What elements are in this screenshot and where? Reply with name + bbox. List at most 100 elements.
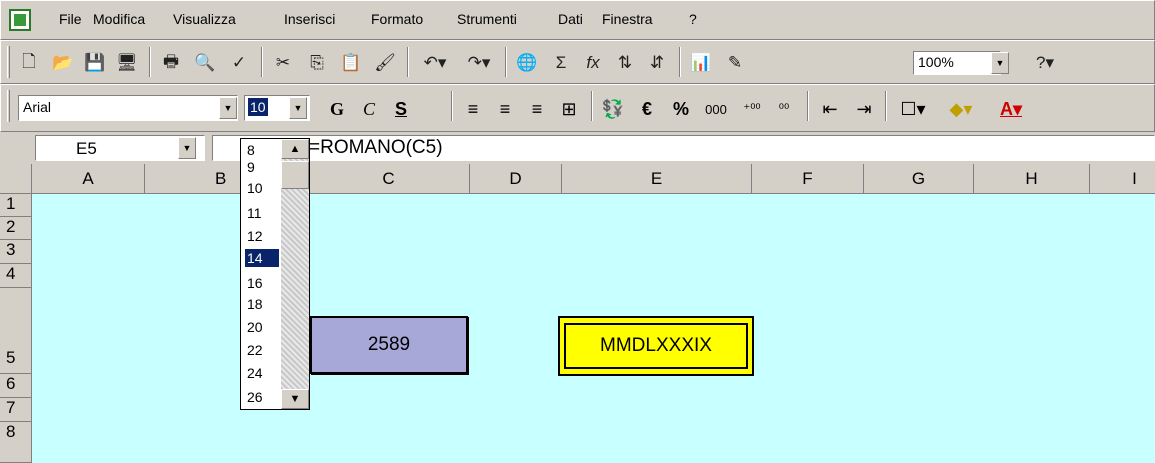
underline-button[interactable]: S: [387, 95, 415, 123]
fill-color-icon[interactable]: ◆▾: [939, 95, 983, 123]
toolbar-grip[interactable]: [7, 46, 10, 78]
cut-icon[interactable]: ✂: [269, 49, 297, 77]
increase-decimal-button[interactable]: ⁺⁰⁰: [737, 95, 767, 123]
column-header-h[interactable]: H: [974, 164, 1090, 194]
align-left-icon[interactable]: ≡: [459, 95, 487, 123]
copy-icon[interactable]: ⎘: [303, 49, 331, 77]
format-painter-icon[interactable]: 🖌: [371, 49, 399, 77]
drawing-icon[interactable]: ✎: [721, 49, 749, 77]
font-size-option[interactable]: 20: [245, 318, 279, 336]
column-header-f[interactable]: F: [752, 164, 864, 194]
name-box-dropdown-icon[interactable]: ▼: [178, 137, 196, 159]
font-size-option[interactable]: 10: [245, 179, 279, 197]
scroll-thumb[interactable]: [281, 161, 309, 189]
column-header-i[interactable]: I: [1090, 164, 1155, 194]
row-header-5[interactable]: 5: [0, 288, 32, 374]
font-size-option[interactable]: 26: [245, 388, 279, 406]
column-header-g[interactable]: G: [864, 164, 974, 194]
increase-indent-icon[interactable]: ⇥: [849, 95, 879, 123]
font-size-dropdown-icon[interactable]: ▼: [289, 97, 307, 119]
permission-icon[interactable]: 🖥: [113, 49, 141, 77]
undo-icon[interactable]: ↶▾: [415, 49, 455, 77]
toolbar-separator: [591, 91, 593, 121]
menu-bar: File Modifica Visualizza Inserisci Forma…: [0, 0, 1155, 40]
formula-input[interactable]: =ROMANO(C5): [212, 135, 1155, 161]
cell-c5[interactable]: 2589: [310, 316, 468, 374]
euro-button[interactable]: €: [633, 95, 661, 123]
menu-dati[interactable]: Dati: [558, 11, 583, 27]
row-header-1[interactable]: 1: [0, 194, 32, 217]
toolbar-separator: [505, 47, 507, 77]
column-header-e[interactable]: E: [562, 164, 752, 194]
toolbar-grip[interactable]: [7, 90, 10, 122]
excel-document-icon[interactable]: [9, 9, 31, 31]
scroll-up-icon[interactable]: ▲: [281, 139, 309, 159]
menu-modifica[interactable]: Modifica: [93, 11, 145, 27]
print-preview-icon[interactable]: 🔍: [191, 49, 219, 77]
font-color-icon[interactable]: A▾: [989, 95, 1033, 123]
zoom-box[interactable]: 100%: [913, 51, 1001, 75]
row-header-4[interactable]: 4: [0, 264, 32, 288]
row-header-7[interactable]: 7: [0, 398, 32, 422]
percent-button[interactable]: %: [667, 95, 695, 123]
font-name-dropdown-icon[interactable]: ▼: [219, 97, 237, 119]
decrease-decimal-button[interactable]: ⁰⁰: [769, 95, 799, 123]
thousands-separator-button[interactable]: 000: [699, 95, 733, 123]
row-header-6[interactable]: 6: [0, 374, 32, 398]
menu-strumenti[interactable]: Strumenti: [457, 11, 517, 27]
font-size-option[interactable]: 11: [245, 204, 279, 222]
row-header-2[interactable]: 2: [0, 217, 32, 240]
column-header-a[interactable]: A: [32, 164, 145, 194]
formula-bar: E5 ▼ =ROMANO(C5): [0, 132, 1155, 164]
menu-formato[interactable]: Formato: [371, 11, 423, 27]
open-folder-icon[interactable]: 📂: [49, 49, 77, 77]
font-size-option[interactable]: 18: [245, 295, 279, 313]
redo-icon[interactable]: ↷▾: [459, 49, 499, 77]
bold-button[interactable]: G: [323, 95, 351, 123]
paste-icon[interactable]: 📋: [337, 49, 365, 77]
column-header-c[interactable]: C: [308, 164, 470, 194]
currency-icon[interactable]: 💱: [599, 95, 627, 123]
align-center-icon[interactable]: ≡: [491, 95, 519, 123]
new-document-icon[interactable]: 🗋: [15, 49, 43, 77]
align-right-icon[interactable]: ≡: [523, 95, 551, 123]
save-disk-icon[interactable]: 💾: [81, 49, 109, 77]
font-size-option[interactable]: 12: [245, 227, 279, 245]
font-size-option[interactable]: 16: [245, 274, 279, 292]
worksheet-grid[interactable]: A B C D E F G H I 1 2 3 4 5 6 7 8 2589 M…: [0, 164, 1155, 463]
menu-file[interactable]: File: [59, 11, 82, 27]
menu-visualizza[interactable]: Visualizza: [173, 11, 236, 27]
hyperlink-icon[interactable]: 🌐: [513, 49, 541, 77]
menu-finestra[interactable]: Finestra: [602, 11, 653, 27]
toolbar-separator: [679, 47, 681, 77]
spelling-icon[interactable]: ✓: [225, 49, 253, 77]
menu-help[interactable]: ?: [689, 11, 697, 27]
font-size-option[interactable]: 22: [245, 341, 279, 359]
chart-wizard-icon[interactable]: 📊: [687, 49, 715, 77]
scroll-down-icon[interactable]: ▼: [281, 389, 309, 409]
row-header-3[interactable]: 3: [0, 240, 32, 264]
cell-e5[interactable]: MMDLXXXIX: [558, 316, 754, 376]
font-name-box[interactable]: Arial: [18, 95, 238, 121]
decrease-indent-icon[interactable]: ⇤: [815, 95, 845, 123]
font-size-option[interactable]: 9: [245, 158, 279, 176]
column-header-d[interactable]: D: [470, 164, 562, 194]
font-size-option[interactable]: 24: [245, 364, 279, 382]
merge-center-icon[interactable]: ⊞: [555, 95, 583, 123]
zoom-dropdown-icon[interactable]: ▼: [991, 52, 1009, 74]
menu-inserisci[interactable]: Inserisci: [284, 11, 335, 27]
function-icon[interactable]: fx: [579, 49, 607, 77]
sort-descending-icon[interactable]: ⇵: [643, 49, 671, 77]
borders-icon[interactable]: ☐▾: [893, 95, 933, 123]
select-all-corner[interactable]: [0, 164, 32, 194]
font-size-dropdown-list[interactable]: 8 9 10 11 12 14 16 18 20 22 24 26 ▲ ▼: [240, 138, 310, 410]
font-size-option[interactable]: 8: [245, 141, 279, 159]
help-icon[interactable]: ?▾: [1025, 49, 1065, 77]
sort-ascending-icon[interactable]: ⇅: [611, 49, 639, 77]
font-size-scrollbar[interactable]: ▲ ▼: [281, 139, 309, 409]
autosum-icon[interactable]: Σ: [547, 49, 575, 77]
font-size-option-selected[interactable]: 14: [245, 249, 279, 267]
italic-button[interactable]: C: [355, 95, 383, 123]
print-icon[interactable]: 🖶: [157, 49, 185, 77]
row-header-8[interactable]: 8: [0, 422, 32, 463]
